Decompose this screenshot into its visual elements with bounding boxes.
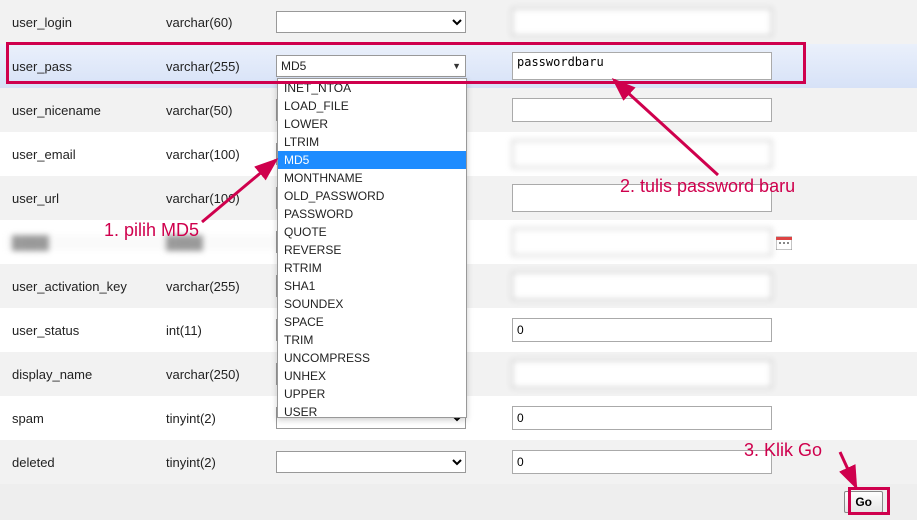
field-row-deleted: deletedtinyint(2) [0,440,917,484]
field-name: spam [6,411,166,426]
value-input[interactable] [512,228,772,256]
dropdown-option[interactable]: INET_NTOA [278,79,466,97]
chevron-down-icon: ▼ [452,61,461,71]
dropdown-option[interactable]: MONTHNAME [278,169,466,187]
value-cell [486,450,911,474]
value-cell [486,272,911,300]
field-name: ████ [6,235,166,250]
dropdown-option[interactable]: QUOTE [278,223,466,241]
value-input[interactable] [512,360,772,388]
dropdown-option[interactable]: SHA1 [278,277,466,295]
function-cell: MD5▼INET_NTOALOAD_FILELOWERLTRIMMD5MONTH… [276,55,486,77]
calendar-icon[interactable] [776,235,792,250]
value-input[interactable] [512,98,772,122]
field-row-user_login: user_loginvarchar(60) [0,0,917,44]
field-name: user_login [6,15,166,30]
field-type: int(11) [166,323,276,338]
function-select-open[interactable]: MD5▼INET_NTOALOAD_FILELOWERLTRIMMD5MONTH… [276,55,466,77]
go-button[interactable]: Go [844,491,883,513]
function-cell [276,451,486,473]
field-type: varchar(250) [166,367,276,382]
field-type: tinyint(2) [166,455,276,470]
field-name: deleted [6,455,166,470]
field-name: user_status [6,323,166,338]
field-name: display_name [6,367,166,382]
function-dropdown-list[interactable]: INET_NTOALOAD_FILELOWERLTRIMMD5MONTHNAME… [277,78,467,418]
value-cell [486,406,911,430]
function-select[interactable] [276,451,466,473]
dropdown-option[interactable]: REVERSE [278,241,466,259]
value-input[interactable] [512,272,772,300]
field-type: varchar(100) [166,147,276,162]
field-type: varchar(100) [166,191,276,206]
value-input[interactable] [512,8,772,36]
field-type: tinyint(2) [166,411,276,426]
footer-bar: Go [0,484,917,520]
dropdown-option[interactable]: TRIM [278,331,466,349]
dropdown-option[interactable]: OLD_PASSWORD [278,187,466,205]
field-row-user_pass: user_passvarchar(255)MD5▼INET_NTOALOAD_F… [0,44,917,88]
dropdown-option[interactable]: LOAD_FILE [278,97,466,115]
dropdown-option[interactable]: UNCOMPRESS [278,349,466,367]
value-cell [486,52,911,80]
value-cell [486,140,911,168]
field-type: varchar(255) [166,279,276,294]
dropdown-option[interactable]: MD5 [278,151,466,169]
dropdown-option[interactable]: UPPER [278,385,466,403]
value-input[interactable] [512,318,772,342]
dropdown-option[interactable]: PASSWORD [278,205,466,223]
dropdown-option[interactable]: LOWER [278,115,466,133]
function-select[interactable] [276,11,466,33]
function-select-value: MD5 [281,59,306,73]
field-name: user_email [6,147,166,162]
dropdown-option[interactable]: SOUNDEX [278,295,466,313]
value-cell [486,360,911,388]
value-input[interactable] [512,450,772,474]
field-type: varchar(50) [166,103,276,118]
field-type: varchar(255) [166,59,276,74]
value-cell [486,228,911,256]
function-cell [276,11,486,33]
value-input[interactable] [512,52,772,80]
dropdown-option[interactable]: LTRIM [278,133,466,151]
field-name: user_nicename [6,103,166,118]
field-type: ████ [166,235,276,250]
value-cell [486,8,911,36]
dropdown-option[interactable]: USER [278,403,466,418]
dropdown-option[interactable]: UNHEX [278,367,466,385]
dropdown-option[interactable]: RTRIM [278,259,466,277]
value-input[interactable] [512,140,772,168]
field-name: user_pass [6,59,166,74]
value-cell [486,318,911,342]
field-type: varchar(60) [166,15,276,30]
value-cell [486,98,911,122]
value-input[interactable] [512,184,772,212]
value-input[interactable] [512,406,772,430]
field-name: user_url [6,191,166,206]
dropdown-option[interactable]: SPACE [278,313,466,331]
field-name: user_activation_key [6,279,166,294]
value-cell [486,184,911,212]
